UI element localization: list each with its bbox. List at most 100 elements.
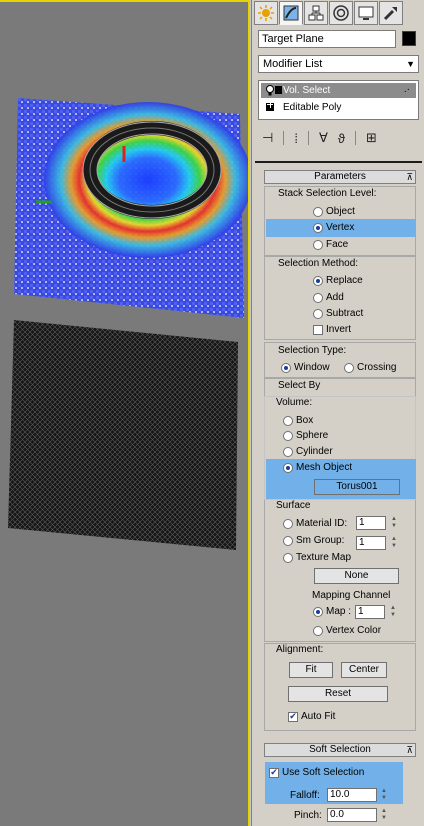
volume-label: Volume:: [276, 397, 313, 408]
subobject-dots-icon: .·: [403, 84, 410, 95]
configure-modifier-sets-icon[interactable]: ⊞: [366, 130, 377, 146]
surface-material-id-radio[interactable]: Material ID:: [283, 518, 347, 529]
object-color-swatch[interactable]: [402, 31, 416, 46]
surface-label: Surface: [276, 500, 311, 511]
remove-modifier-icon[interactable]: ϑ: [338, 131, 345, 146]
modifier-list-dropdown[interactable]: Modifier List ▼: [258, 55, 419, 73]
alignment-label: Alignment:: [276, 644, 324, 655]
selection-method-label: Selection Method:: [278, 258, 359, 269]
radio-label: Replace: [326, 275, 363, 286]
radio-label: Add: [326, 292, 344, 303]
volume-cylinder-radio[interactable]: Cylinder: [283, 446, 333, 457]
soft-selection-rollout-header[interactable]: Soft Selection ⊼: [264, 743, 416, 757]
collapse-icon[interactable]: ⊼: [406, 744, 413, 756]
spinner-arrows-icon[interactable]: ▲ ▼: [390, 536, 398, 550]
perspective-viewport[interactable]: [0, 0, 250, 826]
level-object-radio[interactable]: Object: [313, 206, 355, 217]
checkbox-label: Auto Fit: [301, 711, 336, 722]
object-name-field[interactable]: [258, 30, 396, 48]
spinner-arrows-icon[interactable]: ▲ ▼: [380, 808, 388, 822]
radio-label: Map :: [326, 606, 352, 617]
surface-sm-group-radio[interactable]: Sm Group:: [283, 535, 344, 546]
mesh-object-pick-button[interactable]: Torus001: [314, 479, 400, 495]
radio-label: Sm Group:: [296, 535, 345, 546]
stack-toolbar: ⊣ ⁞ ∀ ϑ ⊞: [262, 128, 420, 148]
modifier-stack: Vol. Select .· Editable Poly: [258, 80, 419, 120]
radio-label: Mesh Object: [296, 462, 353, 473]
use-soft-selection-checkbox[interactable]: ✔ Use Soft Selection: [269, 767, 364, 778]
center-button[interactable]: Center: [341, 662, 387, 678]
make-unique-icon[interactable]: ∀: [319, 130, 328, 146]
target-plane-bottom: [8, 320, 238, 550]
spinner-arrows-icon[interactable]: ▲ ▼: [390, 516, 398, 530]
radio-label: Texture Map: [296, 552, 352, 563]
material-id-spinner-field[interactable]: 1: [356, 516, 386, 530]
stack-item-label: Vol. Select: [283, 85, 331, 96]
falloff-label: Falloff:: [290, 790, 320, 801]
command-panel-tabs: [254, 1, 422, 26]
spinner-arrows-icon[interactable]: ▲ ▼: [389, 605, 397, 619]
type-crossing-radio[interactable]: Crossing: [344, 362, 396, 373]
mapping-vertex-color-radio[interactable]: Vertex Color: [313, 625, 381, 636]
stack-item-editable-poly[interactable]: Editable Poly: [261, 100, 416, 115]
select-by-label: Select By: [278, 380, 321, 391]
collapse-icon[interactable]: ⊼: [406, 171, 413, 183]
spinner-arrows-icon[interactable]: ▲ ▼: [380, 788, 388, 802]
pin-stack-icon[interactable]: ⊣: [262, 130, 273, 146]
stack-item-vol-select[interactable]: Vol. Select .·: [261, 83, 416, 98]
show-end-result-icon[interactable]: ⁞: [294, 131, 298, 146]
auto-fit-checkbox[interactable]: ✔ Auto Fit: [288, 711, 335, 722]
radio-label: Crossing: [357, 362, 397, 373]
modifier-list-label: Modifier List: [263, 58, 323, 70]
create-tab-icon[interactable]: [254, 1, 278, 25]
method-add-radio[interactable]: Add: [313, 292, 344, 303]
motion-tab-icon[interactable]: [329, 1, 353, 25]
command-panel: Modifier List ▼ Vol. Select .· Editable …: [251, 0, 424, 826]
radio-label: Box: [296, 415, 314, 426]
radio-label: Face: [326, 239, 349, 250]
modifier-square-icon: [275, 86, 282, 94]
panel-divider: [255, 161, 422, 163]
mapping-channel-label: Mapping Channel: [312, 590, 391, 601]
sm-group-spinner-field[interactable]: 1: [356, 536, 386, 550]
parameters-rollout-header[interactable]: Parameters ⊼: [264, 170, 416, 184]
dropdown-arrow-icon: ▼: [406, 59, 415, 69]
rollout-title: Soft Selection: [309, 744, 371, 755]
modify-tab-icon[interactable]: [279, 1, 303, 25]
rollout-title: Parameters: [314, 171, 366, 182]
volume-mesh-object-radio[interactable]: Mesh Object: [283, 462, 352, 473]
fit-button[interactable]: Fit: [289, 662, 333, 678]
method-subtract-radio[interactable]: Subtract: [313, 308, 363, 319]
checkbox-label: Use Soft Selection: [282, 767, 365, 778]
radio-label: Subtract: [326, 308, 364, 319]
reset-button[interactable]: Reset: [288, 686, 388, 702]
selection-type-label: Selection Type:: [278, 345, 347, 356]
falloff-spinner-field[interactable]: 10.0: [327, 788, 377, 802]
checkbox-label: Invert: [326, 324, 352, 335]
texture-map-none-button[interactable]: None: [314, 568, 399, 584]
pinch-label: Pinch:: [294, 810, 322, 821]
invert-checkbox[interactable]: Invert: [313, 324, 351, 335]
volume-box-radio[interactable]: Box: [283, 415, 313, 426]
map-channel-spinner-field[interactable]: 1: [355, 605, 385, 619]
radio-label: Sphere: [296, 430, 329, 441]
radio-label: Object: [326, 206, 355, 217]
surface-texture-map-radio[interactable]: Texture Map: [283, 552, 351, 563]
volume-sphere-radio[interactable]: Sphere: [283, 430, 328, 441]
scene-render: [8, 98, 248, 550]
pinch-spinner-field[interactable]: 0.0: [327, 808, 377, 822]
utilities-tab-icon[interactable]: [379, 1, 403, 25]
radio-label: Cylinder: [296, 446, 333, 457]
radio-label: Vertex Color: [326, 625, 382, 636]
stack-item-label: Editable Poly: [283, 102, 342, 113]
level-vertex-radio[interactable]: Vertex: [313, 222, 354, 233]
mapping-map-radio[interactable]: Map :: [313, 606, 351, 617]
hierarchy-tab-icon[interactable]: [304, 1, 328, 25]
lightbulb-icon[interactable]: [265, 85, 275, 96]
display-tab-icon[interactable]: [354, 1, 378, 25]
radio-label: Vertex: [326, 222, 355, 233]
method-replace-radio[interactable]: Replace: [313, 275, 363, 286]
level-face-radio[interactable]: Face: [313, 239, 348, 250]
type-window-radio[interactable]: Window: [281, 362, 330, 373]
radio-label: Material ID:: [296, 518, 348, 529]
